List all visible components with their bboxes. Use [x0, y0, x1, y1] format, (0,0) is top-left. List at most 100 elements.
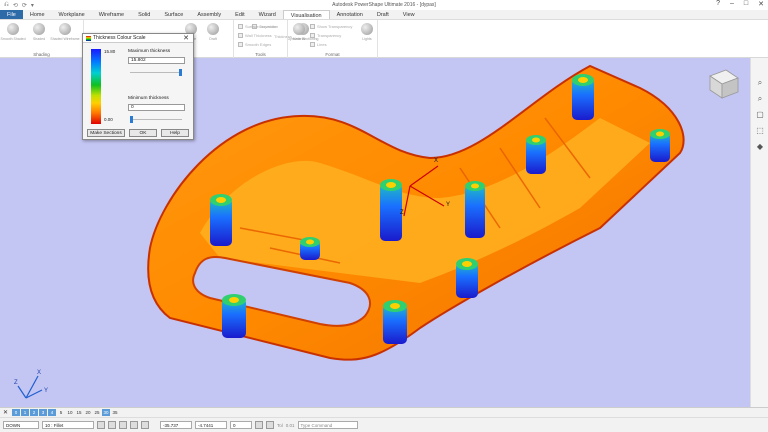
shading-icon[interactable]: ◆ [754, 142, 766, 152]
layer-icon[interactable] [130, 421, 138, 429]
dialog-title-bar[interactable]: Thickness Colour Scale [83, 34, 193, 43]
minimum-thickness-label: Minimum thickness [128, 96, 169, 101]
smooth-shaded-button[interactable]: Smooth Shaded [0, 23, 26, 41]
tab-edit[interactable]: Edit [228, 10, 251, 19]
show-transparency-toggle[interactable]: Show Transparency [310, 24, 352, 29]
tab-surface[interactable]: Surface [157, 10, 190, 19]
level-button-35[interactable]: 35 [111, 409, 119, 416]
box-select-icon[interactable]: ⬚ [754, 126, 766, 136]
sphere-icon [7, 23, 19, 35]
command-bar: DOWN 10 : Fillet -35.737 -4.7441 0 Tol 0… [0, 417, 768, 432]
level-button-1[interactable]: 1 [21, 409, 30, 416]
minimum-thickness-slider[interactable] [130, 119, 182, 120]
frame-icon[interactable]: ▢ [754, 110, 766, 120]
coordinate-mode-icon[interactable] [255, 421, 263, 429]
sphere-icon [33, 23, 45, 35]
tab-workplane[interactable]: Workplane [52, 10, 92, 19]
shading-group-label: Shading [33, 52, 50, 57]
level-button-4[interactable]: 4 [48, 409, 57, 416]
lines-control[interactable]: Lines [310, 42, 327, 47]
minimize-button[interactable]: – [730, 0, 734, 8]
shaded-wireframe-button[interactable]: Shaded Wireframe [50, 23, 80, 41]
tab-file[interactable]: File [0, 10, 23, 19]
level-button-0[interactable]: 0 [12, 409, 21, 416]
view-cube[interactable] [709, 69, 739, 99]
help-icon[interactable]: ? [716, 0, 720, 8]
workplane-icon[interactable] [119, 421, 127, 429]
colour-scale-bar [91, 49, 101, 124]
level-button-25[interactable]: 25 [93, 409, 101, 416]
material-button[interactable]: Material [288, 23, 310, 41]
levels-close-icon[interactable]: ✕ [3, 409, 8, 416]
snap-icon[interactable] [97, 421, 105, 429]
scale-max-value: 15.80 [104, 49, 116, 54]
transparency-control[interactable]: Transparency [310, 33, 341, 38]
mode-select[interactable]: DOWN [3, 421, 39, 429]
tab-home[interactable]: Home [23, 10, 52, 19]
level-button-30[interactable]: 30 [102, 409, 111, 416]
grid-icon[interactable] [108, 421, 116, 429]
x-coordinate-field[interactable]: -35.737 [160, 421, 192, 429]
orientation-triad [17, 375, 43, 399]
level-button-20[interactable]: 20 [84, 409, 92, 416]
maximum-thickness-input[interactable]: 15.802 [128, 57, 185, 64]
view-toolbar: ⌕ ⌕ ▢ ⬚ ◆ [750, 58, 768, 407]
settings-icon[interactable] [266, 421, 274, 429]
colour-scale-icon [86, 35, 91, 41]
surface-inspection-button[interactable]: Surface Inspection [238, 24, 278, 29]
maximize-button[interactable]: □ [744, 0, 748, 8]
level-button-5[interactable]: 5 [57, 409, 65, 416]
axis-x-label: X [434, 158, 438, 164]
maximum-thickness-slider[interactable] [130, 72, 182, 73]
tab-solid[interactable]: Solid [131, 10, 157, 19]
dialog-close-button[interactable]: ✕ [183, 34, 189, 43]
table-icon[interactable] [141, 421, 149, 429]
tab-view[interactable]: View [396, 10, 422, 19]
tab-draft[interactable]: Draft [370, 10, 396, 19]
boss [526, 135, 546, 174]
lights-button[interactable]: Lights [356, 23, 378, 41]
tolerance-label: Tol [277, 422, 283, 428]
zoom-box-icon[interactable]: ⌕ [754, 94, 766, 104]
level-button-2[interactable]: 2 [30, 409, 39, 416]
minimum-thickness-input[interactable]: 0 [128, 104, 185, 111]
boss [465, 181, 485, 238]
maximum-slider-thumb[interactable] [179, 69, 183, 76]
triad-z-label: Z [14, 380, 18, 386]
close-button[interactable]: ✕ [758, 0, 764, 8]
boss [650, 129, 670, 162]
smooth-edges-button[interactable]: Smooth Edges [238, 42, 271, 47]
tab-wireframe[interactable]: Wireframe [92, 10, 131, 19]
shaded-button[interactable]: Shaded [28, 23, 50, 41]
axis-y-label: Y [446, 202, 450, 208]
tab-wizard[interactable]: Wizard [252, 10, 283, 19]
triad-y-label: Y [44, 388, 48, 394]
tolerance-value: 0.01 [285, 422, 295, 428]
tab-assembly[interactable]: Assembly [190, 10, 228, 19]
draft-button[interactable]: Draft [202, 23, 224, 41]
zoom-icon[interactable]: ⌕ [754, 78, 766, 88]
format-group: Material Show Transparency Transparency … [288, 20, 378, 58]
window-title: Autodesk PowerShape Ultimate 2016 - [dyp… [332, 2, 436, 8]
lines-icon [310, 42, 315, 47]
ok-button[interactable]: OK [129, 129, 157, 137]
help-button[interactable]: Help [161, 129, 189, 137]
command-input[interactable]: Type Command [297, 421, 358, 429]
tab-annotation[interactable]: Annotation [330, 10, 370, 19]
axis-z-label: Z [400, 210, 404, 216]
level-select[interactable]: 10 : Fillet [42, 421, 94, 429]
boss [380, 179, 402, 241]
z-coordinate-field[interactable]: 0 [230, 421, 252, 429]
tab-visualisation[interactable]: Visualisation [282, 10, 330, 19]
level-button-15[interactable]: 15 [75, 409, 83, 416]
wall-thickness-button[interactable]: Wall Thickness [238, 33, 272, 38]
edges-icon [238, 42, 243, 47]
level-button-3[interactable]: 3 [39, 409, 48, 416]
make-sections-button[interactable]: Make Sections [87, 129, 125, 137]
minimum-slider-thumb[interactable] [129, 116, 133, 123]
level-button-10[interactable]: 10 [66, 409, 74, 416]
y-coordinate-field[interactable]: -4.7441 [195, 421, 227, 429]
boss [210, 194, 232, 246]
ribbon-tabs: File Home Workplane Wireframe Solid Surf… [0, 10, 768, 20]
triad-x-label: X [37, 370, 41, 376]
